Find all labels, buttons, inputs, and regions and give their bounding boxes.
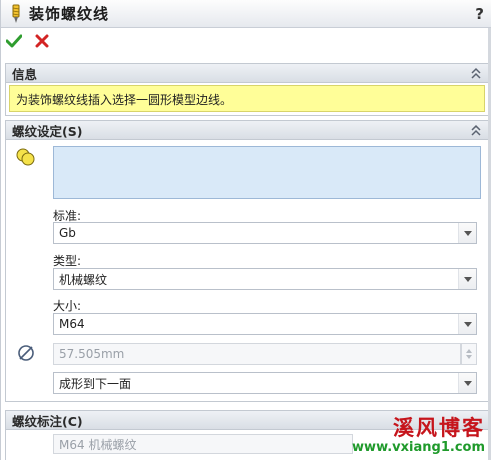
standard-value: Gb <box>59 226 76 240</box>
diameter-value: 57.505mm <box>59 347 125 361</box>
chevron-down-icon[interactable] <box>458 223 476 243</box>
thread-callout-title: 螺纹标注(C) <box>12 413 83 429</box>
collapse-chevron-icon[interactable] <box>470 123 482 140</box>
thread-callout-input: M64 机械螺纹 <box>53 434 353 454</box>
chevron-down-icon[interactable] <box>458 314 476 334</box>
diameter-icon <box>15 342 37 364</box>
diameter-input: 57.505mm <box>53 343 461 365</box>
edge-selection-box[interactable] <box>53 146 481 199</box>
close-icon <box>35 34 49 48</box>
info-section-title: 信息 <box>12 66 38 82</box>
thread-callout-value: M64 机械螺纹 <box>59 437 137 452</box>
type-select[interactable]: 机械螺纹 <box>53 268 477 290</box>
standard-select[interactable]: Gb <box>53 222 477 244</box>
property-manager-panel: 装饰螺纹线 ? 信息 为装饰螺纹线插入选择一圆形模型边线。 螺纹设定(S) 标准… <box>0 0 491 460</box>
blog-watermark: 溪风博客 www.vxiang1.com <box>352 412 485 455</box>
collapse-chevron-icon[interactable] <box>470 66 482 83</box>
help-button[interactable]: ? <box>475 5 484 23</box>
watermark-title: 溪风博客 <box>393 415 485 440</box>
end-condition-select[interactable]: 成形到下一面 <box>53 372 477 394</box>
info-section-header[interactable]: 信息 <box>5 63 489 83</box>
ok-button[interactable] <box>5 32 23 50</box>
watermark-url: www.vxiang1.com <box>352 440 485 455</box>
diameter-spinner <box>461 343 477 365</box>
thread-settings-header[interactable]: 螺纹设定(S) <box>5 120 489 140</box>
checkmark-icon <box>6 34 22 48</box>
type-value: 机械螺纹 <box>59 272 108 287</box>
end-condition-value: 成形到下一面 <box>59 376 132 391</box>
info-message: 为装饰螺纹线插入选择一圆形模型边线。 <box>9 85 485 112</box>
thread-feature-icon <box>5 1 27 27</box>
size-select[interactable]: M64 <box>53 313 477 335</box>
type-label: 类型: <box>53 254 82 268</box>
size-label: 大小: <box>53 299 82 313</box>
chevron-down-icon[interactable] <box>458 373 476 393</box>
cancel-button[interactable] <box>33 32 51 50</box>
panel-title: 装饰螺纹线 <box>29 5 110 23</box>
thread-settings-title: 螺纹设定(S) <box>12 123 83 139</box>
ok-cancel-bar <box>5 30 51 52</box>
title-bar: 装饰螺纹线 ? <box>1 0 491 28</box>
edge-selection-icon <box>15 146 37 168</box>
size-value: M64 <box>59 317 85 331</box>
chevron-down-icon[interactable] <box>458 269 476 289</box>
